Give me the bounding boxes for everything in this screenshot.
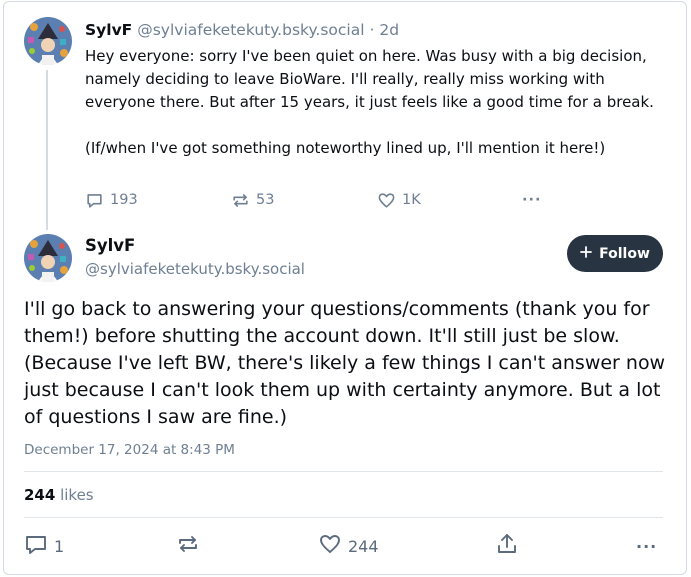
- heart-icon: [377, 191, 396, 210]
- parent-like-count: 1K: [402, 192, 421, 208]
- parent-author-avatar[interactable]: [24, 17, 72, 65]
- reply-count: 1: [54, 536, 65, 556]
- parent-reply-button[interactable]: 193: [85, 189, 138, 211]
- post-timestamp[interactable]: December 17, 2024 at 8:43 PM: [24, 442, 235, 458]
- likes-label: likes: [60, 486, 94, 504]
- likes-summary-link[interactable]: 244 likes: [24, 486, 94, 504]
- speech-bubble-icon: [85, 191, 104, 210]
- follow-button[interactable]: Follow: [567, 235, 663, 272]
- parent-more-button[interactable]: ···: [522, 189, 542, 211]
- share-icon: [495, 532, 519, 560]
- repost-arrows-icon: [231, 191, 250, 210]
- more-dots-icon: ···: [636, 536, 658, 556]
- divider-bottom: [24, 517, 663, 518]
- main-post-text: I'll go back to answering your questions…: [24, 298, 666, 428]
- more-dots-icon: ···: [522, 192, 542, 208]
- main-author-name[interactable]: SylvF: [85, 236, 135, 255]
- header-separator: ·: [369, 21, 375, 39]
- main-author-handle[interactable]: @sylviafeketekuty.bsky.social: [85, 260, 305, 278]
- parent-like-button[interactable]: 1K: [377, 189, 421, 211]
- parent-reply-count: 193: [110, 192, 138, 208]
- parent-repost-count: 53: [256, 192, 275, 208]
- repost-button[interactable]: [176, 533, 200, 559]
- more-options-button[interactable]: ···: [636, 533, 657, 559]
- parent-author-name[interactable]: SylvF: [85, 21, 132, 39]
- repost-arrows-icon: [176, 532, 200, 560]
- plus-icon: [580, 245, 593, 262]
- likes-count: 244: [24, 486, 56, 504]
- speech-bubble-icon: [24, 532, 48, 560]
- parent-post-time[interactable]: 2d: [379, 21, 399, 39]
- thread-connector-line: [46, 70, 48, 230]
- main-author-avatar[interactable]: [24, 234, 72, 282]
- share-button[interactable]: [495, 533, 519, 559]
- like-count: 244: [348, 536, 379, 556]
- parent-post-text: Hey everyone: sorry I've been quiet on h…: [85, 47, 654, 157]
- divider-top: [24, 471, 663, 472]
- follow-button-label: Follow: [599, 245, 650, 262]
- heart-icon: [318, 532, 342, 560]
- parent-repost-button[interactable]: 53: [231, 189, 274, 211]
- parent-author-handle[interactable]: @sylviafeketekuty.bsky.social: [137, 21, 364, 39]
- like-button[interactable]: 244: [318, 533, 379, 559]
- reply-button[interactable]: 1: [24, 533, 64, 559]
- parent-post-header: SylvF @sylviafeketekuty.bsky.social · 2d: [85, 21, 399, 39]
